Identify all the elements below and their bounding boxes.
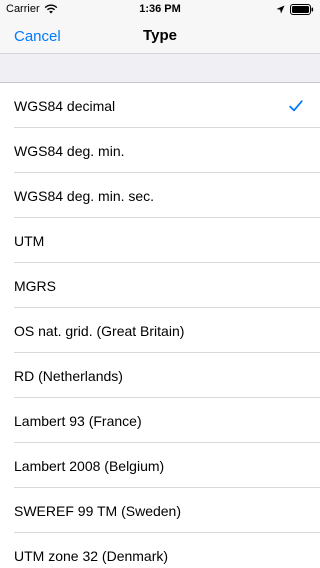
battery-icon: [290, 4, 314, 15]
list-item-label: Lambert 2008 (Belgium): [14, 457, 165, 474]
page-title: Type: [143, 27, 177, 44]
section-header: [0, 54, 320, 83]
location-icon: [276, 5, 285, 14]
status-bar: Carrier 1:36 PM: [0, 0, 320, 20]
status-right-icons: [276, 4, 314, 15]
list-item-label: WGS84 decimal: [14, 97, 116, 114]
navigation-bar: Cancel Type: [0, 20, 320, 54]
list-item-label: Lambert 93 (France): [14, 412, 142, 429]
list-item[interactable]: RD (Netherlands): [0, 353, 320, 398]
list-item-label: WGS84 deg. min. sec.: [14, 187, 155, 204]
list-item[interactable]: MGRS: [0, 263, 320, 308]
list-item[interactable]: WGS84 deg. min. sec.: [0, 173, 320, 218]
list-item-label: UTM zone 32 (Denmark): [14, 547, 169, 564]
status-time: 1:36 PM: [139, 3, 181, 15]
list-item-label: RD (Netherlands): [14, 367, 123, 384]
list-item[interactable]: UTM zone 32 (Denmark): [0, 533, 320, 568]
list-item-label: UTM: [14, 232, 45, 249]
list-item-label: MGRS: [14, 277, 56, 294]
list-item-label: WGS84 deg. min.: [14, 142, 125, 159]
list-item[interactable]: Lambert 2008 (Belgium): [0, 443, 320, 488]
list-item[interactable]: SWEREF 99 TM (Sweden): [0, 488, 320, 533]
list-item-label: OS nat. grid. (Great Britain): [14, 322, 185, 339]
list-item[interactable]: OS nat. grid. (Great Britain): [0, 308, 320, 353]
list-item[interactable]: Lambert 93 (France): [0, 398, 320, 443]
screen: Carrier 1:36 PM Cancel Type WGS84 decima…: [0, 0, 320, 568]
list-item[interactable]: UTM: [0, 218, 320, 263]
list-item-label: SWEREF 99 TM (Sweden): [14, 502, 182, 519]
type-list: WGS84 decimal WGS84 deg. min. WGS84 deg. m…: [0, 83, 320, 568]
list-item[interactable]: WGS84 deg. min.: [0, 128, 320, 173]
checkmark-icon: [289, 99, 303, 112]
list-item[interactable]: WGS84 decimal: [0, 83, 320, 128]
